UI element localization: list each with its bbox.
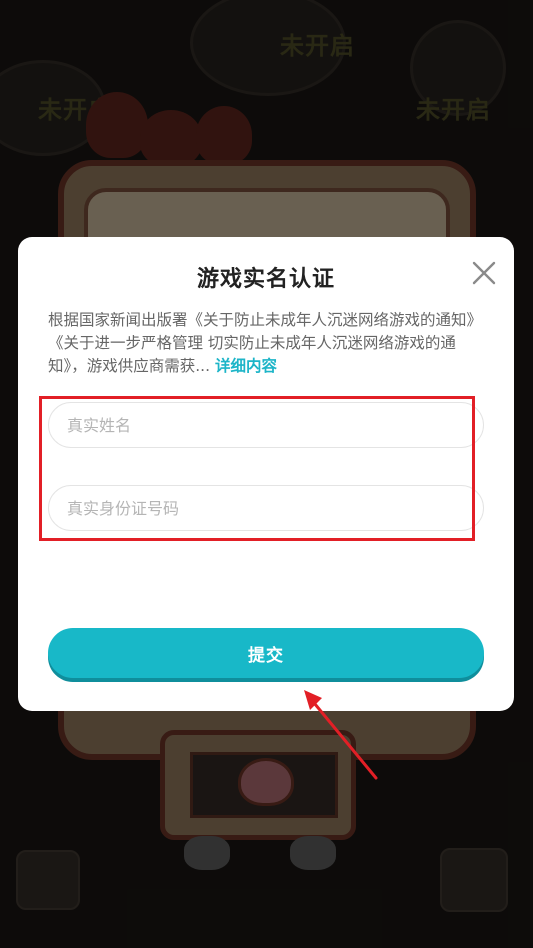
real-name-auth-dialog: 游戏实名认证 根据国家新闻出版署《关于防止未成年人沉迷网络游戏的通知》《关于进一… <box>18 237 514 711</box>
right-bubble <box>410 20 506 116</box>
real-name-input[interactable] <box>48 402 484 448</box>
left-bubble <box>0 60 106 156</box>
close-icon <box>472 261 496 285</box>
notice-paragraph: 根据国家新闻出版署《关于防止未成年人沉迷网络游戏的通知》《关于进一步严格管理 切… <box>48 309 486 378</box>
dialog-title: 游戏实名认证 <box>196 267 335 292</box>
arrow-annotation-icon <box>304 690 378 780</box>
locked-label: 未开启 <box>38 96 113 124</box>
shop-icon <box>440 848 508 912</box>
item-icon <box>16 850 80 910</box>
heart-icon <box>290 836 336 870</box>
locked-label: 未开启 <box>280 32 355 60</box>
dog-silhouette <box>140 110 202 166</box>
submit-button[interactable]: 提交 <box>48 628 484 678</box>
id-number-input[interactable] <box>48 485 484 531</box>
dog-silhouette <box>86 92 148 158</box>
close-button[interactable] <box>468 257 500 289</box>
dog-silhouette <box>196 106 252 164</box>
heart-icon <box>184 836 230 870</box>
more-details-link[interactable]: 详细内容 <box>215 357 277 375</box>
paw-icon <box>238 758 294 806</box>
top-bubble <box>190 0 346 96</box>
locked-label: 未开启 <box>416 96 491 124</box>
